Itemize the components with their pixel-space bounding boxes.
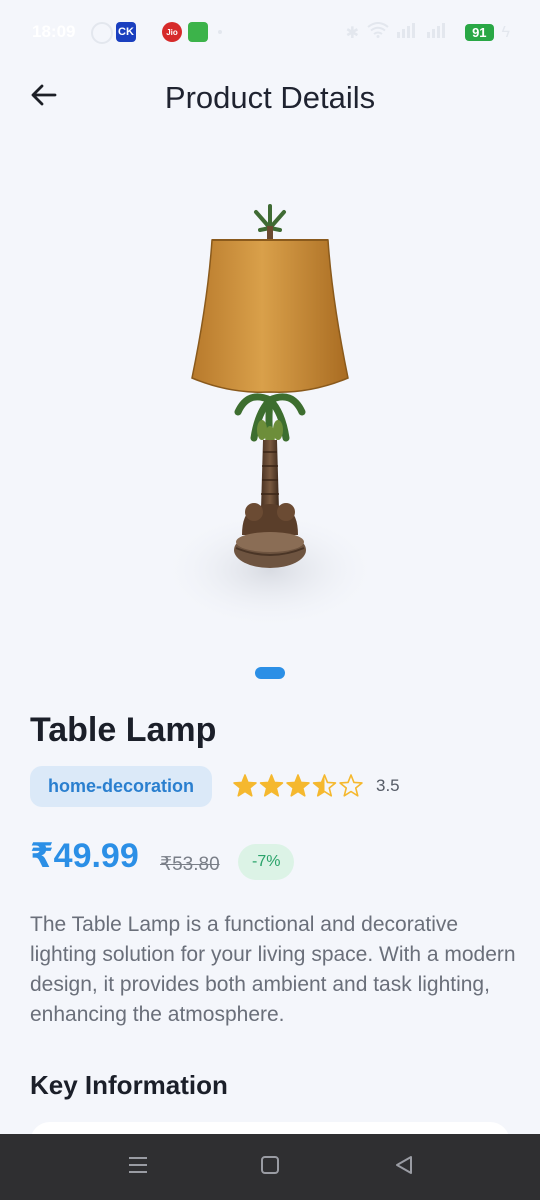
notification-icon [91,22,113,44]
signal-icon [397,22,457,43]
menu-icon [127,1155,149,1180]
key-information-title: Key Information [30,1070,228,1100]
rating-value: 3.5 [376,776,400,795]
home-square-icon [259,1154,281,1181]
app-badge-icon: CK [116,22,136,42]
product-description: The Table Lamp is a functional and decor… [30,913,516,1026]
discount-badge: -7% [238,844,295,880]
rating: 3.5 [232,773,400,799]
system-navbar [0,1134,540,1200]
image-pager-indicator[interactable] [255,667,285,679]
star-icon [339,774,363,797]
product-image[interactable] [120,190,420,640]
recent-apps-button[interactable] [125,1154,151,1180]
price: ₹49.99 [30,837,139,875]
android-app-icon [188,22,208,42]
star-icon [259,774,284,797]
charging-icon: ϟ [501,23,510,41]
wifi-icon [367,22,389,43]
home-button[interactable] [257,1154,283,1180]
rating-stars [233,774,363,797]
category-badge[interactable]: home-decoration [30,766,213,807]
star-icon [233,774,257,797]
jio-icon: Jio [162,22,182,42]
header: Product Details [0,70,540,126]
bluetooth-icon: ✱ [345,24,360,42]
star-icon [286,774,310,797]
status-right: ✱ 91 ϟ [346,22,510,43]
star-icon [312,774,337,797]
product-name: Table Lamp [30,711,217,749]
status-time: 18:09 [32,22,76,41]
dot-icon [218,30,222,34]
page-title: Product Details [164,80,376,115]
battery-indicator: 91 [465,24,494,41]
status-bar: 18:09 CK Jio ✱ 91 ϟ [0,0,540,64]
system-back-button[interactable] [391,1154,417,1180]
original-price: ₹53.80 [160,854,220,875]
back-triangle-icon [393,1154,415,1181]
